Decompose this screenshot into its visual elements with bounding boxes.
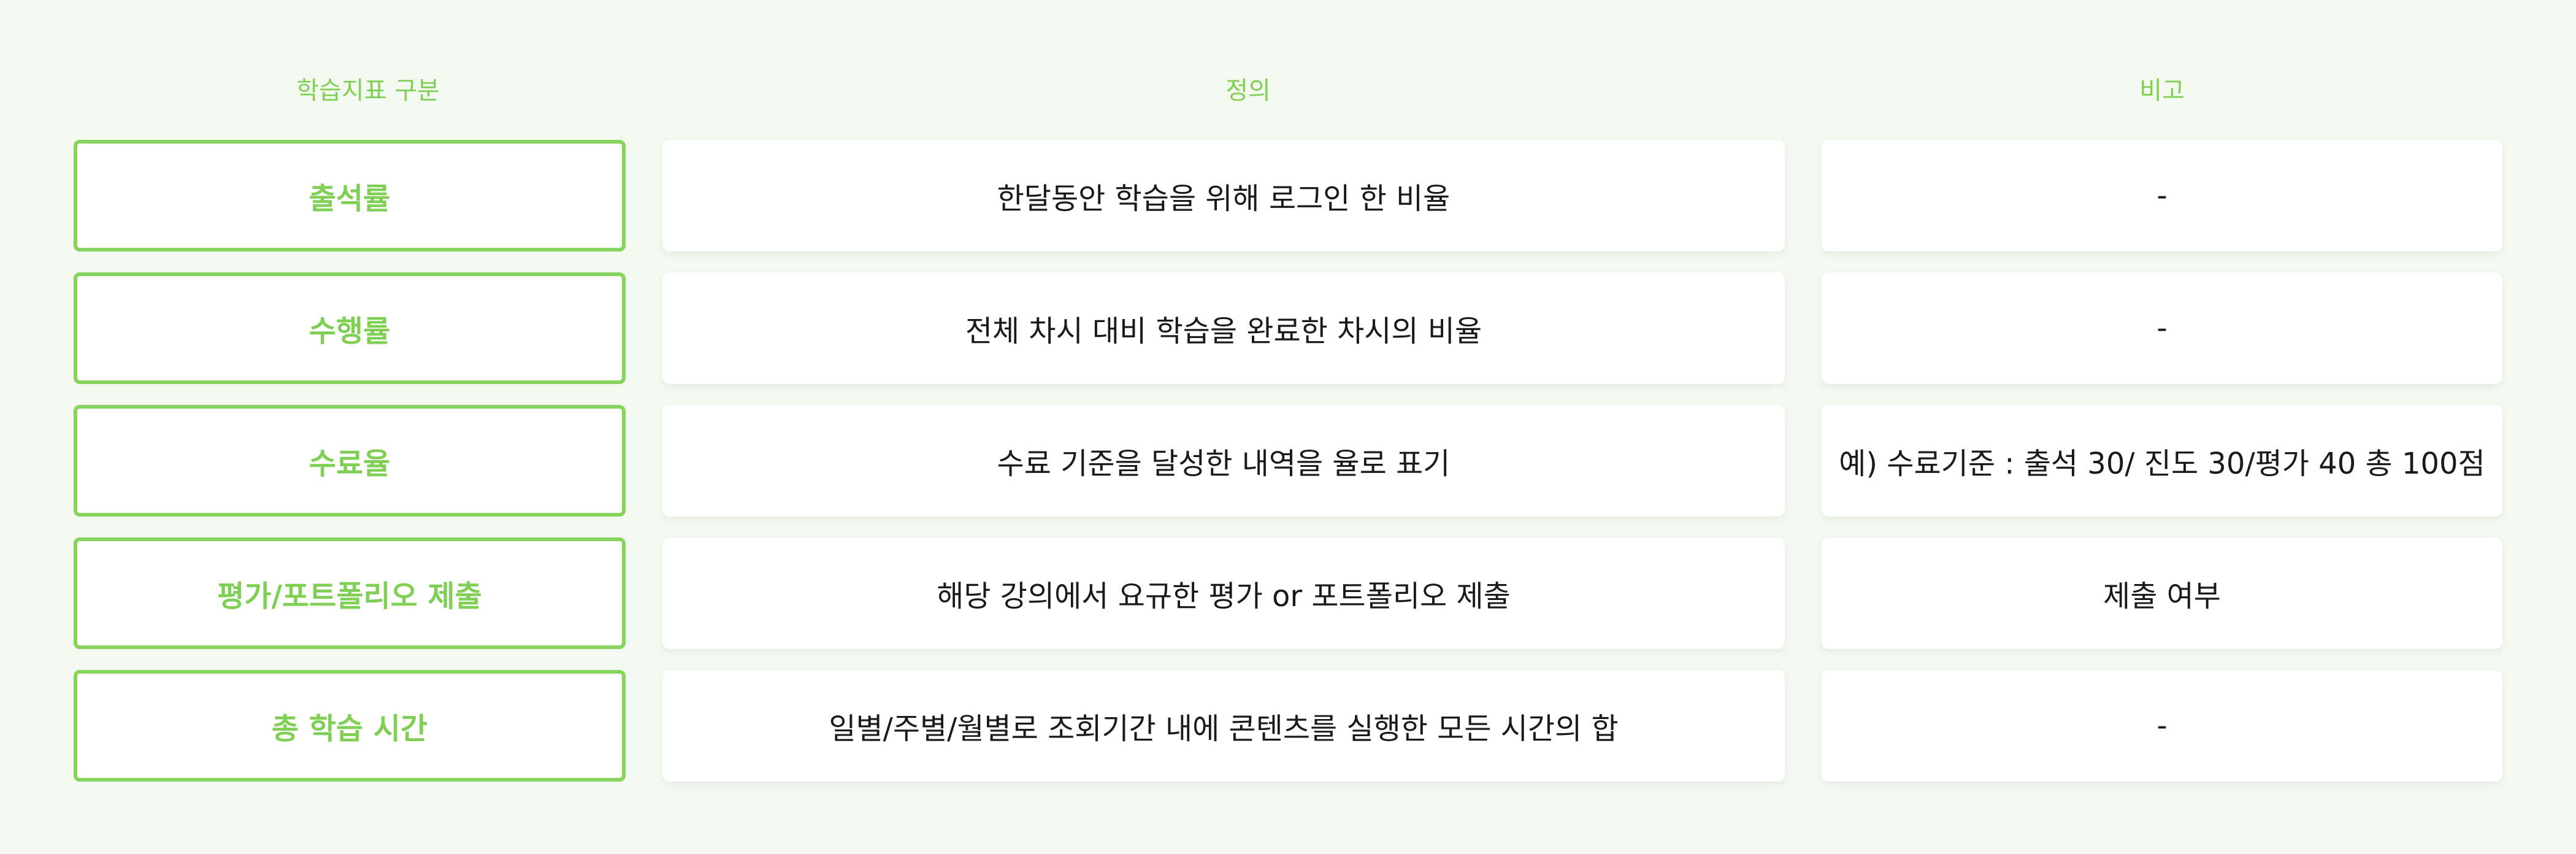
- metric-cell: 수료율: [74, 405, 626, 517]
- column-header-metric: 학습지표 구분: [296, 77, 440, 105]
- definition-cell: 한달동안 학습을 위해 로그인 한 비율: [662, 140, 1785, 252]
- column-header-definition: 정의: [1225, 77, 1271, 105]
- metric-cell: 출석률: [74, 140, 626, 252]
- metric-cell: 수행률: [74, 272, 626, 384]
- table-row: 총 학습 시간 일별/주별/월별로 조회기간 내에 콘텐츠를 실행한 모든 시간…: [74, 670, 2502, 782]
- note-cell: -: [1822, 140, 2502, 252]
- note-cell: 예) 수료기준 : 출석 30/ 진도 30/평가 40 총 100점: [1822, 405, 2502, 517]
- table-row: 평가/포트폴리오 제출 해당 강의에서 요규한 평가 or 포트폴리오 제출 제…: [74, 537, 2502, 649]
- definition-cell: 수료 기준을 달성한 내역을 율로 표기: [662, 405, 1785, 517]
- note-cell: 제출 여부: [1822, 537, 2502, 649]
- table-row: 수료율 수료 기준을 달성한 내역을 율로 표기 예) 수료기준 : 출석 30…: [74, 405, 2502, 517]
- learning-metrics-table: 학습지표 구분 정의 비고 출석률 한달동안 학습을 위해 로그인 한 비율 -…: [0, 0, 2576, 854]
- definition-cell: 전체 차시 대비 학습을 완료한 차시의 비율: [662, 272, 1785, 384]
- table-row: 수행률 전체 차시 대비 학습을 완료한 차시의 비율 -: [74, 272, 2502, 384]
- table-body: 출석률 한달동안 학습을 위해 로그인 한 비율 - 수행률 전체 차시 대비 …: [74, 140, 2502, 782]
- column-header-note: 비고: [2139, 77, 2185, 105]
- metric-cell: 평가/포트폴리오 제출: [74, 537, 626, 649]
- note-cell: -: [1822, 272, 2502, 384]
- table-row: 출석률 한달동안 학습을 위해 로그인 한 비율 -: [74, 140, 2502, 252]
- note-cell: -: [1822, 670, 2502, 782]
- metric-cell: 총 학습 시간: [74, 670, 626, 782]
- definition-cell: 일별/주별/월별로 조회기간 내에 콘텐츠를 실행한 모든 시간의 합: [662, 670, 1785, 782]
- definition-cell: 해당 강의에서 요규한 평가 or 포트폴리오 제출: [662, 537, 1785, 649]
